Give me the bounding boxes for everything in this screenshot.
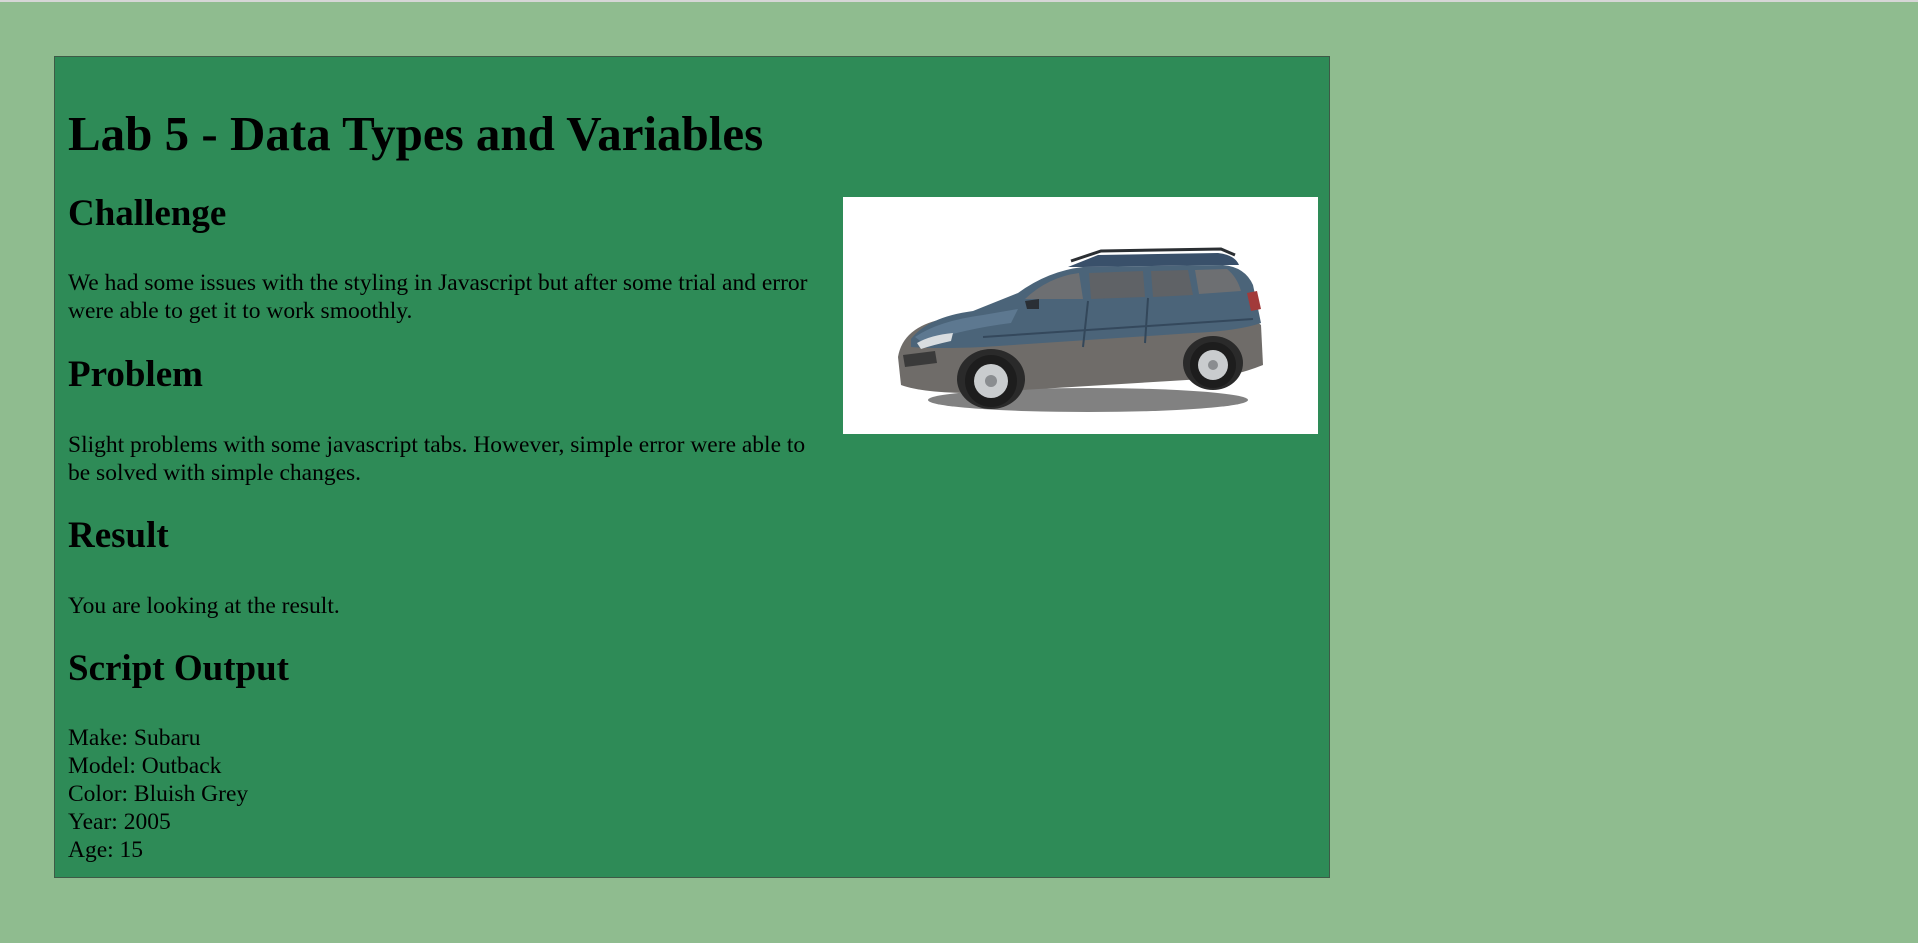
- result-heading: Result: [68, 515, 169, 556]
- script-output-heading: Script Output: [68, 648, 290, 689]
- script-output: Make: Subaru Model: Outback Color: Bluis…: [68, 724, 828, 864]
- output-age: Age: 15: [68, 837, 144, 863]
- problem-text: Slight problems with some javascript tab…: [68, 432, 806, 486]
- car-image: [843, 197, 1318, 434]
- result-text: You are looking at the result.: [68, 593, 340, 619]
- challenge-heading: Challenge: [68, 193, 227, 234]
- content-panel: Lab 5 - Data Types and Variables Challen…: [54, 56, 1330, 878]
- challenge-text: We had some issues with the styling in J…: [68, 270, 808, 324]
- problem-heading: Problem: [68, 354, 203, 395]
- output-year: Year: 2005: [68, 809, 171, 835]
- car-illustration: [898, 247, 1263, 412]
- output-make: Make: Subaru: [68, 725, 201, 751]
- page-title: Lab 5 - Data Types and Variables: [68, 106, 764, 161]
- output-model: Model: Outback: [68, 753, 222, 779]
- output-color: Color: Bluish Grey: [68, 781, 249, 807]
